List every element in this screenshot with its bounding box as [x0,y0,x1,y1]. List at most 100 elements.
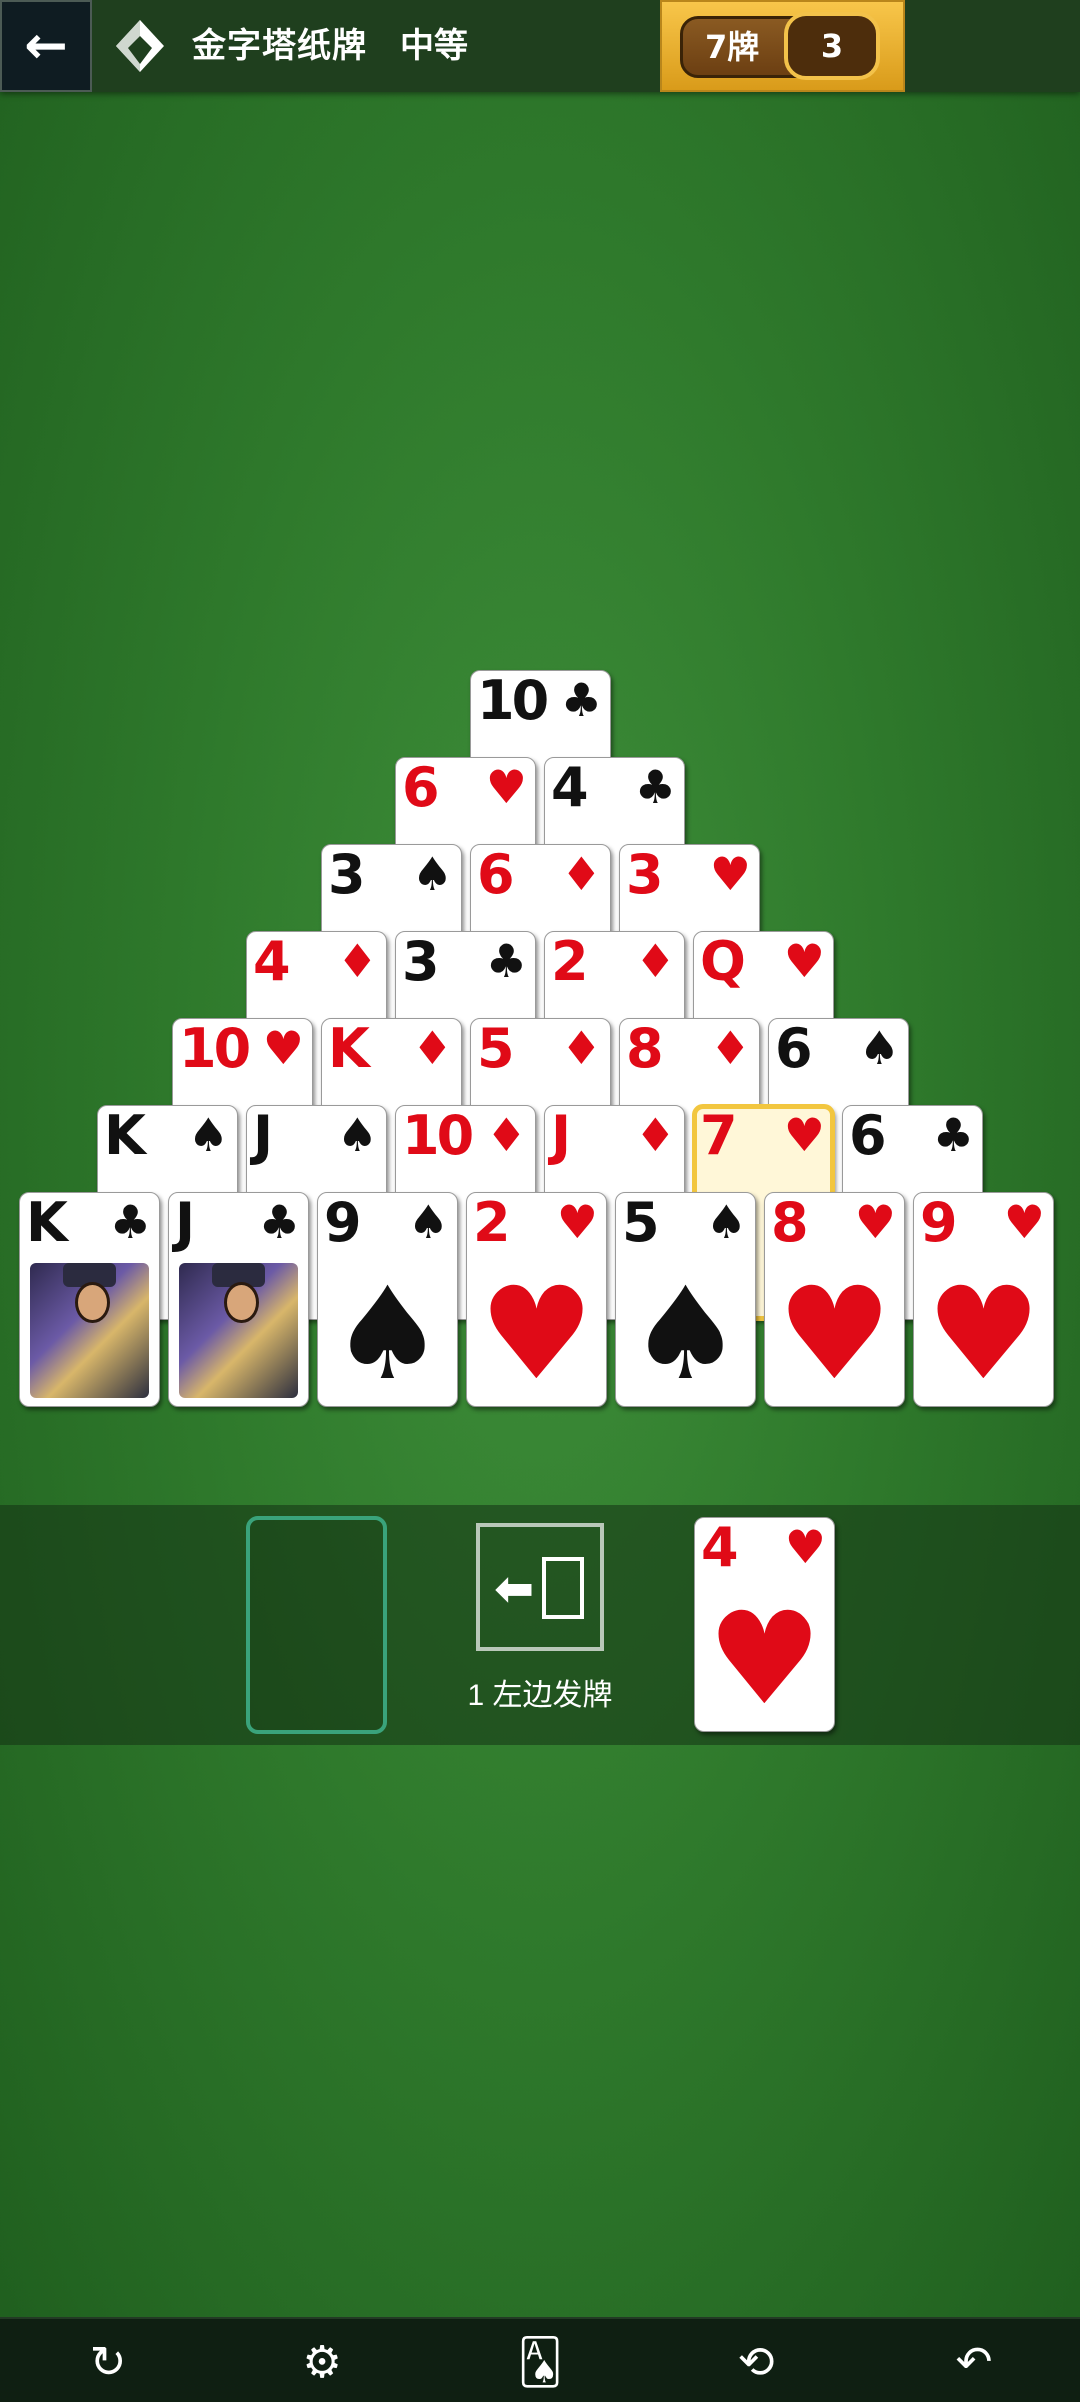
card-rank: 2 [473,1192,511,1254]
face-card-art-icon [30,1263,149,1398]
card-rank: 4 [701,1517,739,1579]
card-suit-icon: ♠ [858,1021,900,1075]
card-suit-icon: ♣ [560,673,602,727]
card-rank: 8 [626,1018,664,1080]
pyramid-card[interactable]: 2 ♥ ♥ [466,1192,607,1407]
pyramid-card[interactable]: 5 ♠ ♠ [615,1192,756,1407]
face-card-art-icon [179,1263,298,1398]
card-rank: 10 [179,1018,251,1080]
undo-button[interactable]: ↶ [934,2327,1014,2397]
card-suit-icon: ♦ [411,1021,453,1075]
card-rank: 3 [626,844,664,906]
back-button[interactable]: ← [0,0,92,92]
card-suit-icon: ♠ [407,1195,449,1249]
gear-icon: ⚙ [302,2336,342,2388]
card-suit-icon: ♠ [705,1195,747,1249]
card-rank: 10 [402,1105,474,1167]
card-rank: K [26,1192,68,1254]
card-rank: 6 [775,1018,813,1080]
card-rank: 9 [324,1192,362,1254]
card-suit-icon: ♦ [336,934,378,988]
card-suit-icon: ♣ [258,1195,300,1249]
card-rank: J [253,1105,273,1167]
card-rank: 3 [402,931,440,993]
restart-icon: ↻ [89,2336,127,2388]
card-rank: K [104,1105,146,1167]
card-rank: Q [700,931,746,993]
card-suit-icon: ♦ [634,934,676,988]
undo-icon: ↶ [955,2336,993,2388]
card-suit-icon: ♦ [560,1021,602,1075]
card-rank: 6 [849,1105,887,1167]
card-suit-large-icon: ♥ [777,1260,892,1407]
card-suit-icon: ♥ [709,847,751,901]
pyramid-card[interactable]: J ♣ [168,1192,309,1407]
card-suit-icon: ♣ [932,1108,974,1162]
restart-button[interactable]: ↻ [68,2327,148,2397]
bottom-toolbar: ↻ ⚙ 🂡 ⟲ ↶ [0,2317,1080,2402]
difficulty-label: 中等 [400,26,468,66]
card-rank: J [551,1105,571,1167]
card-rank: J [175,1192,195,1254]
card-suit-icon: ♣ [109,1195,151,1249]
card-rank: 4 [253,931,291,993]
card-suit-icon: ♦ [634,1108,676,1162]
card-suit-icon: ♥ [854,1195,896,1249]
hint-icon: ⟲ [737,2336,775,2388]
deal-label: 1 左边发牌 [467,1679,613,1712]
card-suit-large-icon: ♥ [707,1585,822,1732]
card-suit-icon: ♦ [485,1108,527,1162]
card-suit-icon: ♠ [187,1108,229,1162]
card-suit-large-icon: ♥ [926,1260,1041,1407]
card-suit-large-icon: ♥ [479,1260,594,1407]
pyramid-card[interactable]: 9 ♠ ♠ [317,1192,458,1407]
cards-button[interactable]: 🂡 [500,2327,580,2397]
card-suit-icon: ♥ [783,1108,825,1162]
card-suit-icon: ♣ [485,934,527,988]
pyramid-logo-icon [116,20,164,72]
card-suit-icon: ♣ [634,760,676,814]
card-suit-icon: ♥ [485,760,527,814]
deal-arrow-icon: ⬅ [494,1561,535,1617]
empty-stock-slot[interactable] [246,1516,387,1734]
deck-badge: 7牌 3 [660,0,905,92]
card-rank: 7 [700,1105,738,1167]
card-suit-large-icon: ♠ [628,1260,743,1407]
hint-button[interactable]: ⟲ [716,2327,796,2397]
card-rank: 5 [477,1018,515,1080]
portrait-icon [224,1281,259,1323]
card-rank: 3 [328,844,366,906]
card-suit-icon: ♥ [784,1520,826,1574]
card-outline-icon [542,1557,584,1619]
deal-button[interactable]: ⬅ [476,1523,604,1651]
deck-count: 3 [784,12,880,80]
game-title: 金字塔纸牌 [192,26,367,66]
portrait-icon [75,1281,110,1323]
card-rank: 6 [477,844,515,906]
waste-card[interactable]: 4 ♥ ♥ [694,1517,835,1732]
card-rank: 5 [622,1192,660,1254]
card-rank: 9 [920,1192,958,1254]
pyramid-card[interactable]: 8 ♥ ♥ [764,1192,905,1407]
card-rank: 8 [771,1192,809,1254]
card-suit-icon: ♥ [1003,1195,1045,1249]
cards-icon: 🂡 [517,2336,563,2388]
card-rank: 2 [551,931,589,993]
card-suit-large-icon: ♠ [330,1260,445,1407]
card-suit-icon: ♦ [560,847,602,901]
settings-button[interactable]: ⚙ [282,2327,362,2397]
card-rank: 6 [402,757,440,819]
card-suit-icon: ♦ [709,1021,751,1075]
pyramid-card[interactable]: K ♣ [19,1192,160,1407]
card-suit-icon: ♥ [783,934,825,988]
card-rank: 4 [551,757,589,819]
card-suit-icon: ♠ [336,1108,378,1162]
pyramid-card[interactable]: 9 ♥ ♥ [913,1192,1054,1407]
card-rank: K [328,1018,370,1080]
card-rank: 10 [477,670,549,732]
card-suit-icon: ♠ [411,847,453,901]
card-suit-icon: ♥ [556,1195,598,1249]
card-suit-icon: ♥ [262,1021,304,1075]
top-bar: ← 金字塔纸牌 中等 7牌 3 [0,0,1080,92]
back-arrow-icon: ← [24,16,68,76]
